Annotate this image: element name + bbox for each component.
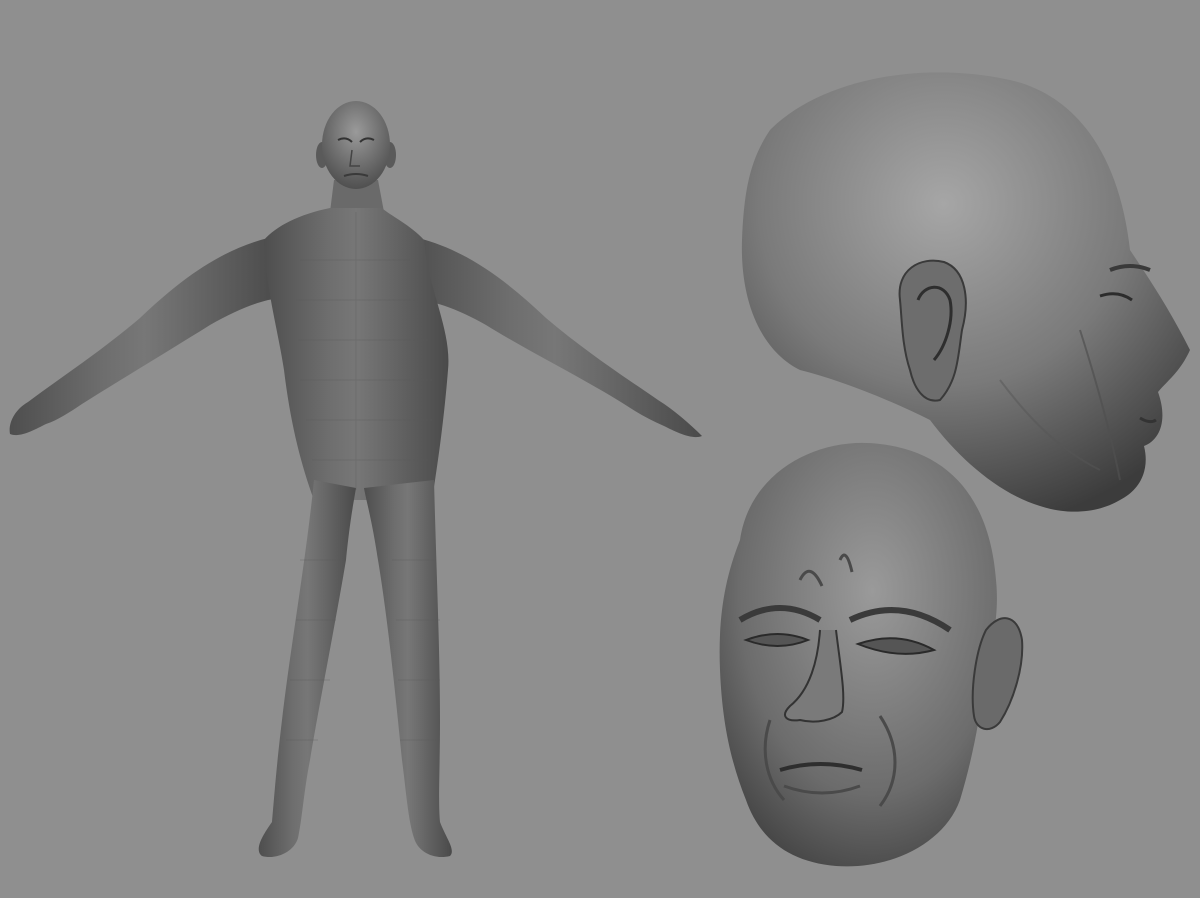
render-canvas — [9, 72, 1190, 867]
head-front-view — [719, 442, 1024, 867]
left-leg — [258, 480, 356, 858]
full-body-model — [9, 101, 702, 858]
head-shape — [719, 442, 997, 867]
sculpt-viewport — [0, 0, 1200, 898]
right-leg — [364, 480, 452, 858]
left-arm — [9, 238, 280, 436]
right-arm — [408, 238, 702, 438]
body-head — [316, 101, 396, 189]
head-side-view — [741, 72, 1190, 512]
